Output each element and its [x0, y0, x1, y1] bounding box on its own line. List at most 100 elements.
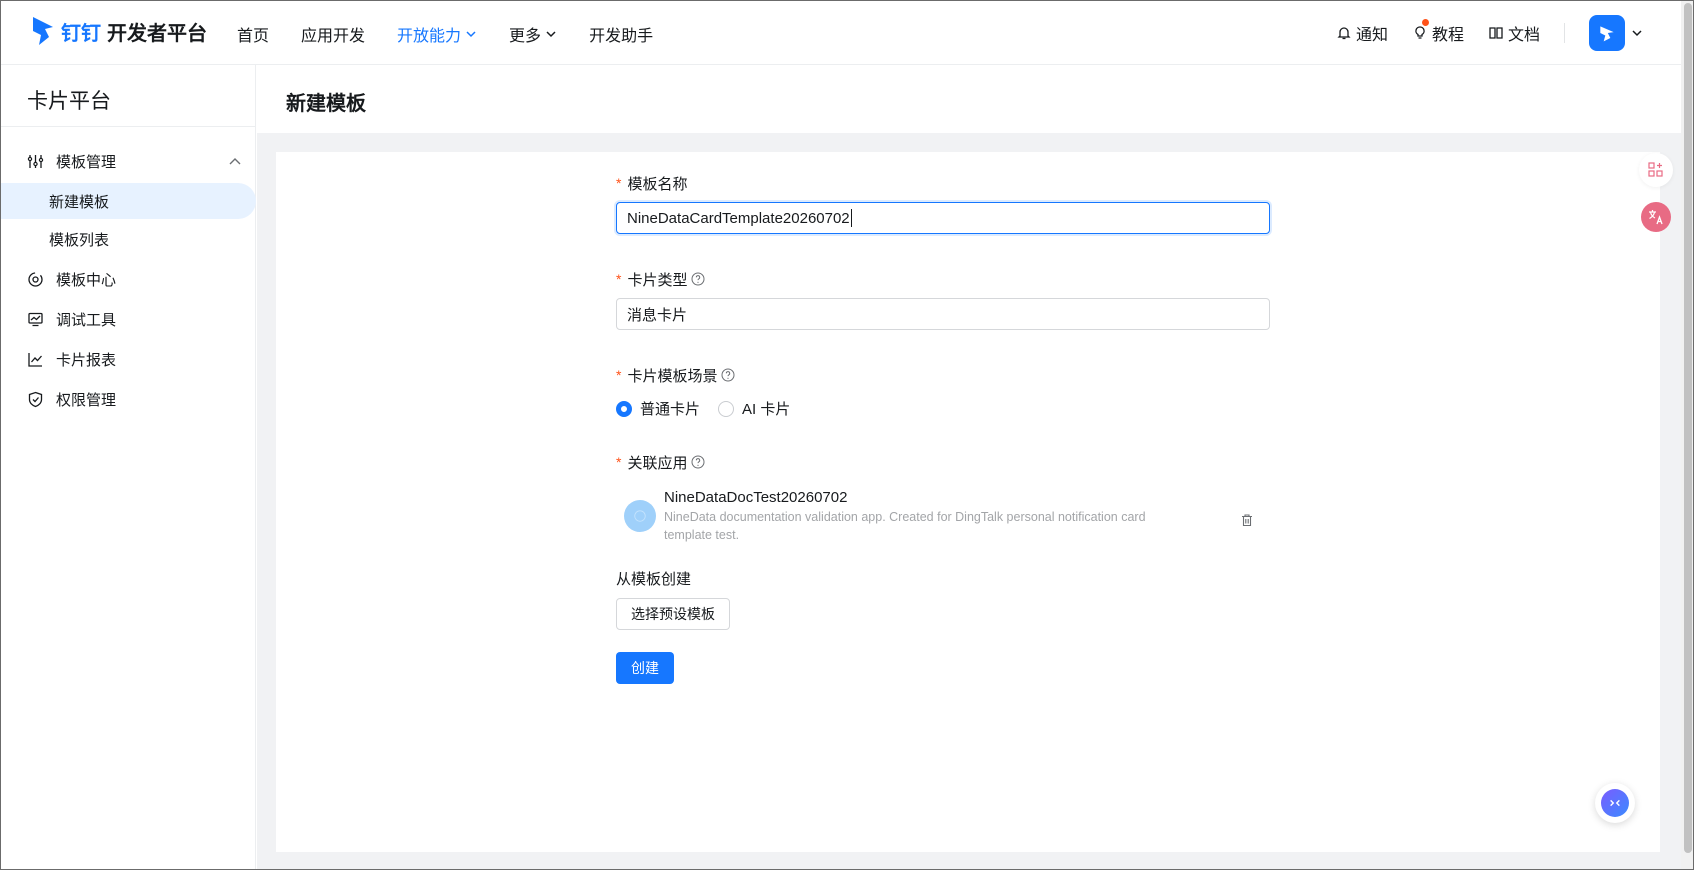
help-icon[interactable]	[691, 455, 705, 469]
nav-label: 开放能力	[397, 28, 462, 45]
form-card: * 模板名称 NineDataCardTemplate20260702 * 卡片…	[276, 152, 1660, 852]
new-badge-dot	[1421, 19, 1429, 26]
chevron-down-icon	[466, 31, 476, 38]
sidebar-item-label: 模板中心	[56, 271, 117, 289]
right-nav: 通知 教程 文档	[1312, 15, 1643, 51]
sidebar-divider	[1, 126, 256, 127]
chevron-down-icon	[546, 31, 556, 38]
top-navbar: 钉钉 开发者平台 首页 应用开发 开放能力 更多 开发助手 通知 教程 文档	[1, 1, 1681, 65]
tutorial-link[interactable]: 教程	[1412, 19, 1464, 45]
sidebar-menu: 模板管理 新建模板 模板列表 模板中心 调试工具 卡片报表 权限管理	[1, 129, 256, 419]
nav-app-dev[interactable]: 应用开发	[301, 21, 365, 47]
line-chart-icon	[28, 352, 42, 367]
scene-radio-group: 普通卡片 AI 卡片	[616, 398, 1276, 419]
translate-icon	[1649, 210, 1663, 225]
linked-app-item: NineDataDocTest20260702 NineData documen…	[616, 489, 1270, 544]
logo[interactable]: 钉钉 开发者平台	[31, 15, 207, 47]
field-label: 模板名称	[627, 175, 688, 193]
chevron-down-icon[interactable]	[1631, 27, 1643, 39]
sidebar: 卡片平台 模板管理 新建模板 模板列表 模板中心 调试工具 卡片报表 权限管理	[1, 65, 256, 869]
from-template-label: 从模板创建	[616, 571, 692, 588]
template-name-input[interactable]: NineDataCardTemplate20260702	[616, 202, 1270, 234]
chevron-up-icon	[229, 158, 241, 165]
help-icon[interactable]	[691, 272, 705, 286]
sidebar-item-permission[interactable]: 权限管理	[1, 379, 256, 419]
template-name-label: * 模板名称	[616, 172, 1276, 194]
notify-label: 通知	[1355, 27, 1388, 44]
linked-app-label: * 关联应用	[616, 451, 1276, 473]
monitor-icon	[28, 312, 43, 326]
app-window: 钉钉 开发者平台 首页 应用开发 开放能力 更多 开发助手 通知 教程 文档 卡…	[0, 0, 1694, 870]
ai-assistant-button[interactable]	[1595, 783, 1635, 823]
required-mark: *	[616, 454, 622, 470]
nav-open-capability[interactable]: 开放能力	[397, 21, 477, 47]
sidebar-item-label: 模板管理	[56, 153, 117, 171]
app-avatar	[624, 500, 656, 532]
new-template-form: * 模板名称 NineDataCardTemplate20260702 * 卡片…	[616, 172, 1276, 684]
add-widget-button[interactable]	[1639, 153, 1673, 187]
tutorial-label: 教程	[1431, 27, 1464, 44]
radio-label: AI 卡片	[742, 401, 791, 418]
field-label: 卡片模板场景	[627, 367, 718, 385]
help-icon[interactable]	[721, 368, 735, 382]
card-type-value: 消息卡片	[627, 306, 688, 324]
main-content: 新建模板 * 模板名称 NineDataCardTemplate20260702…	[257, 65, 1681, 869]
page-scrollbar[interactable]	[1681, 1, 1693, 869]
sliders-icon	[27, 154, 44, 168]
app-description: NineData documentation validation app. C…	[664, 510, 1146, 542]
brand-name: 钉钉	[61, 22, 101, 45]
template-name-value: NineDataCardTemplate20260702	[627, 209, 850, 227]
create-button[interactable]: 创建	[616, 652, 674, 684]
app-name: NineDataDocTest20260702	[664, 489, 848, 506]
sidebar-item-debug-tools[interactable]: 调试工具	[1, 299, 256, 339]
page-title: 新建模板	[286, 93, 366, 115]
sidebar-item-new-template[interactable]: 新建模板	[1, 183, 256, 219]
main-nav: 首页 应用开发 开放能力 更多 开发助手	[237, 21, 685, 47]
sidebar-item-label: 新建模板	[49, 193, 110, 211]
sidebar-item-label: 调试工具	[56, 311, 117, 329]
template-center-icon	[28, 271, 43, 287]
card-type-select[interactable]: 消息卡片	[616, 298, 1270, 330]
sidebar-item-template-list[interactable]: 模板列表	[1, 221, 256, 257]
sidebar-item-template-management[interactable]: 模板管理	[1, 141, 256, 181]
radio-button-unchecked	[718, 400, 735, 417]
assistant-icon	[1601, 789, 1629, 817]
radio-label: 普通卡片	[640, 401, 701, 418]
nav-label: 应用开发	[301, 28, 366, 45]
nav-label: 开发助手	[589, 28, 654, 45]
dingtalk-logo-icon	[33, 17, 53, 45]
scene-label: * 卡片模板场景	[616, 364, 1276, 386]
sidebar-item-label: 权限管理	[56, 391, 117, 409]
bell-icon	[1337, 27, 1351, 40]
card-type-label: * 卡片类型	[616, 268, 1276, 290]
sidebar-title: 卡片平台	[27, 90, 111, 113]
brand-product: 开发者平台	[107, 22, 207, 45]
page-header: 新建模板	[257, 65, 1681, 133]
nav-home[interactable]: 首页	[237, 21, 269, 47]
radio-button-checked	[616, 400, 632, 417]
sidebar-item-label: 模板列表	[49, 231, 110, 249]
radio-ai-card[interactable]: AI 卡片	[718, 398, 790, 419]
nav-dev-assistant[interactable]: 开发助手	[589, 21, 653, 47]
translate-button[interactable]	[1641, 202, 1671, 232]
user-avatar[interactable]	[1589, 15, 1625, 51]
sidebar-item-template-center[interactable]: 模板中心	[1, 259, 256, 299]
required-mark: *	[616, 271, 622, 287]
field-label: 关联应用	[627, 454, 688, 472]
nav-label: 更多	[509, 28, 542, 45]
nav-label: 首页	[237, 28, 270, 45]
scrollbar-thumb[interactable]	[1684, 3, 1692, 853]
app-logo-icon	[634, 510, 646, 522]
chat-icon	[1610, 799, 1620, 807]
trash-icon[interactable]	[1240, 513, 1254, 527]
radio-normal-card[interactable]: 普通卡片	[616, 398, 700, 419]
select-preset-template-button[interactable]: 选择预设模板	[616, 598, 730, 630]
book-icon	[1489, 27, 1503, 39]
sidebar-item-card-report[interactable]: 卡片报表	[1, 339, 256, 379]
notify-link[interactable]: 通知	[1336, 21, 1388, 45]
docs-link[interactable]: 文档	[1488, 21, 1540, 45]
shield-icon	[28, 391, 43, 407]
nav-more[interactable]: 更多	[509, 21, 557, 47]
dingtalk-avatar-icon	[1600, 26, 1614, 42]
lightbulb-icon	[1415, 26, 1425, 39]
